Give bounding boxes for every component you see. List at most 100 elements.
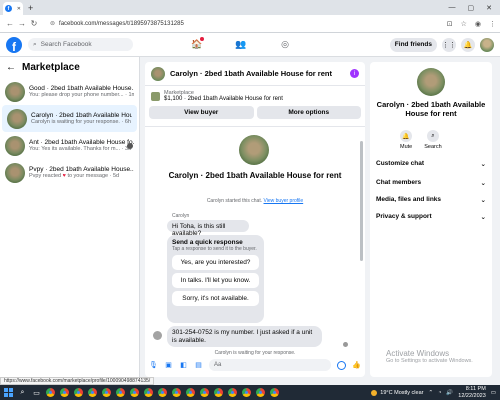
chrome-taskbar-icon[interactable] [158, 388, 167, 397]
marketplace-conversations-panel: ← Marketplace Good · 2bed 1bath Availabl… [0, 57, 140, 377]
account-avatar[interactable] [480, 37, 494, 52]
notifications-icon[interactable]: ▭ [491, 390, 496, 396]
facebook-logo-icon[interactable]: f [6, 36, 22, 53]
mute-button[interactable]: 🔔 Mute [400, 130, 412, 150]
tray-chevron-icon[interactable]: ⌃ [428, 390, 433, 396]
chrome-taskbar-icon[interactable] [228, 388, 237, 397]
conversation-preview: Carolyn is waiting for your response. · … [31, 119, 131, 125]
thumbs-up-icon[interactable]: 👍 [352, 361, 361, 370]
chrome-taskbar-icon[interactable] [270, 388, 279, 397]
menu-grid-icon[interactable]: ⋮⋮ [442, 37, 456, 52]
conversation-item[interactable]: Good · 2bed 1bath Available House... You… [0, 78, 139, 105]
section-label: Chat members [376, 179, 422, 186]
microphone-icon[interactable]: 🎙 [149, 361, 158, 370]
quick-response-card: Send a quick response Tap a response to … [167, 235, 264, 323]
quick-response-button[interactable]: Yes, are you interested? [172, 255, 259, 270]
mute-label: Mute [400, 144, 413, 150]
back-arrow-icon[interactable]: ← [4, 19, 16, 28]
search-icon[interactable]: ⌕ [18, 388, 27, 397]
back-arrow-icon[interactable]: ← [6, 62, 16, 73]
thread-scrollbar[interactable] [360, 141, 363, 261]
conversation-item-active[interactable]: Carolyn · 2bed 1bath Available House... … [2, 105, 137, 132]
quick-response-button[interactable]: Sorry, it's not available. [172, 291, 259, 306]
chrome-taskbar-icon[interactable] [102, 388, 111, 397]
reload-icon[interactable]: ↻ [28, 19, 40, 28]
chat-started-notice: Carolyn started this chat. View buyer pr… [145, 198, 365, 204]
weather-widget[interactable]: 19°C Mostly clear [371, 389, 423, 396]
info-icon[interactable]: i [350, 69, 359, 78]
chat-title[interactable]: Carolyn · 2bed 1bath Available House for… [170, 69, 345, 78]
emoji-icon[interactable] [337, 360, 346, 370]
bookmark-star-icon[interactable]: ☆ [461, 20, 467, 28]
network-icon[interactable]: ◔ [438, 390, 441, 396]
system-tray: 19°C Mostly clear ⌃ ◔ 🔊 8:11 PM 12/22/20… [371, 386, 496, 399]
maximize-icon[interactable]: ▢ [468, 4, 475, 12]
chrome-taskbar-icon[interactable] [88, 388, 97, 397]
notifications-bell-icon[interactable]: 🔔 [461, 37, 475, 52]
listing-price: $1,100 · 2bed 1bath Available House for … [164, 96, 283, 102]
minimize-icon[interactable]: — [449, 4, 456, 12]
start-windows-icon[interactable] [4, 388, 13, 397]
conversation-item[interactable]: Ant · 2bed 1bath Available House fo... Y… [0, 132, 139, 159]
address-bar-icons: ⊡ ☆ ◉ ⋮ [447, 20, 496, 28]
conversation-item[interactable]: Pvpy · 2bed 1bath Available House... Pvp… [0, 159, 139, 186]
friends-nav-icon[interactable]: 👥 [234, 37, 248, 51]
message-thread: Carolyn · 2bed 1bath Available House for… [145, 126, 365, 356]
chrome-taskbar-icon[interactable] [144, 388, 153, 397]
chrome-taskbar-icon[interactable] [60, 388, 69, 397]
thread-title: Carolyn · 2bed 1bath Available House for… [168, 171, 342, 180]
conversation-avatar [5, 162, 25, 183]
volume-icon[interactable]: 🔊 [446, 390, 453, 396]
new-tab-button[interactable]: + [28, 3, 33, 13]
chrome-taskbar-icon[interactable] [46, 388, 55, 397]
privacy-support-section[interactable]: Privacy & support ⌄ [376, 213, 486, 221]
gif-icon[interactable]: ▤ [194, 361, 203, 370]
search-in-chat-button[interactable]: ⌕ Search [424, 130, 442, 150]
gaming-nav-icon[interactable]: ◎ [278, 37, 292, 51]
chrome-taskbar-icon[interactable] [200, 388, 209, 397]
view-buyer-profile-link[interactable]: View buyer profile [264, 198, 304, 204]
close-tab-icon[interactable]: ✕ [17, 6, 21, 12]
chrome-taskbar-icon[interactable] [116, 388, 125, 397]
chat-info-panel: Carolyn · 2bed 1bath Available House for… [370, 62, 492, 377]
task-view-icon[interactable]: ▭ [32, 388, 41, 397]
facebook-search-input[interactable]: ⌕ Search Facebook [28, 38, 133, 51]
browser-tab[interactable]: f ✕ [3, 2, 23, 15]
chat-avatar[interactable] [151, 66, 165, 81]
clock[interactable]: 8:11 PM 12/22/2023 [458, 386, 486, 398]
chrome-taskbar-icon[interactable] [256, 388, 265, 397]
preview-prefix: Pvpy reacted [29, 173, 62, 179]
url-field[interactable]: ⊜ facebook.com/messages/t/18959738751312… [46, 17, 426, 30]
chrome-taskbar-icon[interactable] [214, 388, 223, 397]
quick-response-button[interactable]: In talks. I'll let you know. [172, 273, 259, 288]
customize-chat-section[interactable]: Customize chat ⌄ [376, 160, 486, 168]
header-right-actions: Find friends ⋮⋮ 🔔 [389, 37, 494, 52]
chrome-taskbar-icon[interactable] [130, 388, 139, 397]
find-friends-button[interactable]: Find friends [389, 37, 437, 52]
chat-members-section[interactable]: Chat members ⌄ [376, 179, 486, 187]
chrome-taskbar-icon[interactable] [186, 388, 195, 397]
browser-menu-icon[interactable]: ⋮ [489, 20, 496, 28]
chrome-taskbar-icon[interactable] [74, 388, 83, 397]
profile-icon[interactable]: ◉ [475, 20, 481, 28]
marketplace-nav-icon[interactable]: 🏠 [190, 37, 204, 51]
site-info-icon[interactable]: ⊜ [50, 20, 55, 27]
forward-arrow-icon[interactable]: → [16, 19, 28, 28]
more-options-button[interactable]: More options [256, 106, 361, 119]
chat-header: Carolyn · 2bed 1bath Available House for… [145, 62, 365, 86]
media-files-links-section[interactable]: Media, files and links ⌄ [376, 196, 486, 204]
sticker-icon[interactable]: ◧ [179, 361, 188, 370]
view-buyer-button[interactable]: View buyer [149, 106, 254, 119]
message-input[interactable]: Aa [209, 359, 331, 371]
cast-icon[interactable]: ⊡ [447, 20, 453, 28]
conversation-name: Ant · 2bed 1bath Available House fo... [29, 139, 134, 146]
status-bar-url: https://www.facebook.com/marketplace/pro… [0, 377, 155, 385]
image-icon[interactable]: ▣ [164, 361, 173, 370]
listing-summary[interactable]: Marketplace $1,100 · 2bed 1bath Availabl… [145, 86, 365, 106]
chrome-taskbar-icon[interactable] [172, 388, 181, 397]
panel-title: Marketplace [22, 62, 80, 73]
chrome-taskbar-icon[interactable] [242, 388, 251, 397]
close-window-icon[interactable]: ✕ [486, 4, 492, 12]
conversation-avatar [5, 135, 25, 156]
section-label: Media, files and links [376, 196, 442, 203]
